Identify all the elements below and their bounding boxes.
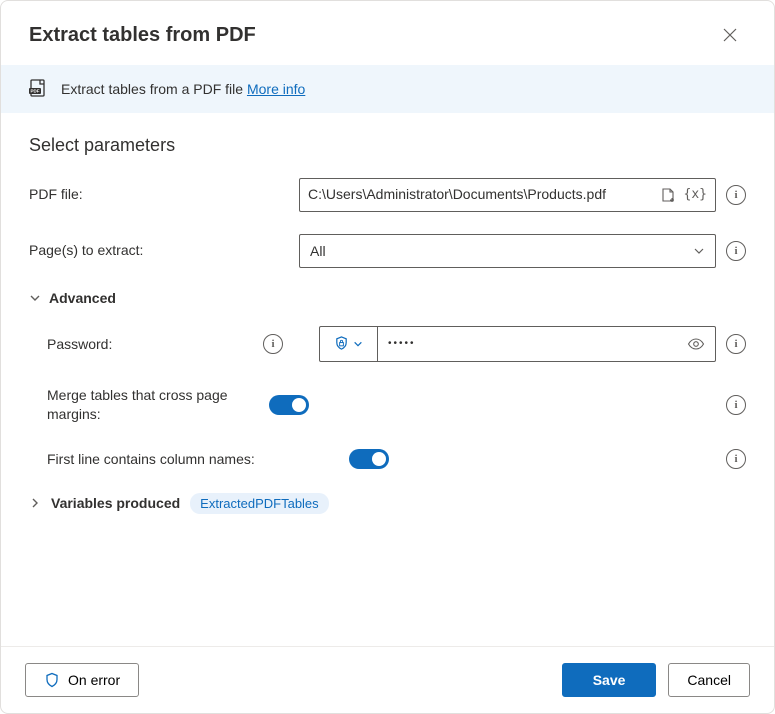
- advanced-expander[interactable]: Advanced: [29, 290, 746, 306]
- dialog-title: Extract tables from PDF: [29, 24, 256, 47]
- dialog-footer: On error Save Cancel: [1, 646, 774, 713]
- chevron-down-icon: [353, 339, 363, 349]
- banner-description: Extract tables from a PDF file: [61, 81, 247, 97]
- banner-text: Extract tables from a PDF file More info: [61, 81, 305, 97]
- info-icon[interactable]: i: [726, 185, 746, 205]
- pdf-file-value: C:\Users\Administrator\Documents\Product…: [308, 185, 660, 205]
- info-icon[interactable]: i: [263, 334, 283, 354]
- variables-row: Variables produced ExtractedPDFTables: [29, 493, 746, 514]
- cancel-button[interactable]: Cancel: [668, 663, 750, 697]
- pdf-file-input[interactable]: C:\Users\Administrator\Documents\Product…: [299, 178, 716, 212]
- more-info-link[interactable]: More info: [247, 81, 305, 97]
- close-button[interactable]: [714, 19, 746, 51]
- param-row-merge: Merge tables that cross page margins: i: [29, 386, 746, 425]
- pages-select[interactable]: All: [299, 234, 716, 268]
- dialog-header: Extract tables from PDF: [1, 1, 774, 65]
- shield-outline-icon: [44, 672, 60, 688]
- password-input[interactable]: •••••: [378, 327, 715, 361]
- dialog-content: Select parameters PDF file: C:\Users\Adm…: [1, 113, 774, 646]
- cancel-label: Cancel: [687, 672, 731, 688]
- info-icon[interactable]: i: [726, 395, 746, 415]
- info-banner: PDF Extract tables from a PDF file More …: [1, 65, 774, 113]
- chevron-down-icon: [29, 292, 41, 304]
- param-row-password: Password: i •••••: [29, 326, 746, 362]
- variable-icon[interactable]: {x}: [684, 187, 707, 202]
- file-picker-icon[interactable]: [660, 187, 676, 203]
- dialog: Extract tables from PDF PDF Extract tabl…: [0, 0, 775, 714]
- svg-text:PDF: PDF: [31, 89, 40, 94]
- save-button[interactable]: Save: [562, 663, 657, 697]
- password-label: Password:: [47, 336, 112, 352]
- variable-chip[interactable]: ExtractedPDFTables: [190, 493, 329, 514]
- param-row-first-line: First line contains column names: i: [29, 449, 746, 469]
- info-icon[interactable]: i: [726, 334, 746, 354]
- chevron-right-icon[interactable]: [29, 497, 41, 509]
- advanced-body: Password: i •••••: [29, 326, 746, 469]
- shield-icon: [334, 336, 349, 351]
- merge-toggle[interactable]: [269, 395, 309, 415]
- param-row-pages: Page(s) to extract: All i: [29, 234, 746, 268]
- merge-label: Merge tables that cross page margins:: [29, 386, 259, 425]
- variables-title[interactable]: Variables produced: [51, 495, 180, 511]
- pdf-file-label: PDF file:: [29, 178, 289, 202]
- eye-icon[interactable]: [687, 335, 705, 353]
- advanced-title: Advanced: [49, 290, 116, 306]
- pages-value: All: [310, 243, 326, 259]
- close-icon: [723, 28, 737, 42]
- password-value: •••••: [388, 338, 416, 349]
- param-row-pdf-file: PDF file: C:\Users\Administrator\Documen…: [29, 178, 746, 212]
- chevron-down-icon: [693, 245, 705, 257]
- info-icon[interactable]: i: [726, 241, 746, 261]
- save-label: Save: [593, 672, 626, 688]
- first-line-label: First line contains column names:: [29, 451, 309, 467]
- info-icon[interactable]: i: [726, 449, 746, 469]
- on-error-label: On error: [68, 672, 120, 688]
- first-line-toggle[interactable]: [349, 449, 389, 469]
- section-title: Select parameters: [29, 135, 746, 156]
- pdf-icon: PDF: [29, 79, 49, 99]
- on-error-button[interactable]: On error: [25, 663, 139, 697]
- pages-label: Page(s) to extract:: [29, 234, 289, 258]
- password-mode-button[interactable]: [320, 327, 378, 361]
